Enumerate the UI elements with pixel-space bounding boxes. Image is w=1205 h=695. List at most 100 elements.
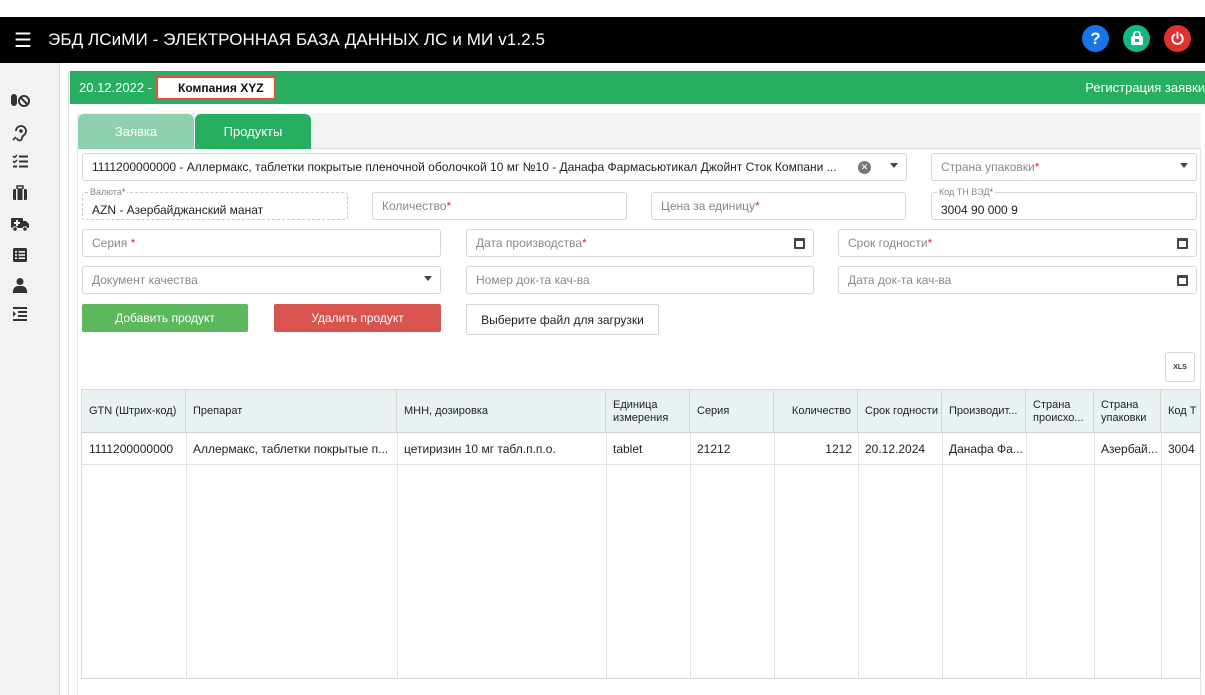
hs-code-value: 3004 90 000 9 (941, 203, 1018, 217)
app-title: ЭБД ЛСиМИ - ЭЛЕКТРОННАЯ БАЗА ДАННЫХ ЛС и… (48, 30, 546, 49)
hs-code-label-text: Код ТН ВЭД (939, 187, 990, 197)
top-actions: ? (1082, 25, 1191, 52)
suitcase-icon[interactable] (10, 185, 30, 203)
power-icon[interactable] (1164, 25, 1191, 52)
column-header-drug[interactable]: Препарат (186, 390, 397, 433)
required-mark: * (927, 236, 933, 250)
hs-code-label: Код ТН ВЭД* (937, 187, 996, 197)
quality-doc-date-input[interactable]: Дата док-та кач-ва (838, 266, 1197, 294)
list-icon[interactable] (10, 247, 30, 265)
pills-icon[interactable] (10, 93, 30, 111)
currency-label: Валюта* (88, 187, 128, 197)
table-cell[interactable]: tablet (606, 434, 690, 464)
top-bar: ☰ ЭБД ЛСиМИ - ЭЛЕКТРОННАЯ БАЗА ДАННЫХ ЛС… (0, 17, 1205, 63)
required-mark: * (1034, 160, 1040, 174)
company-name: Компания XYZ (156, 75, 276, 100)
column-divider (1026, 433, 1027, 678)
user-icon[interactable] (10, 277, 30, 295)
quality-doc-select[interactable]: Документ качества (82, 266, 441, 294)
calendar-icon[interactable] (1177, 275, 1188, 286)
table-cell[interactable] (1026, 434, 1094, 464)
column-header-gtn[interactable]: GTN (Штрих-код) (82, 390, 186, 433)
table-header: GTN (Штрих-код) Препарат МНН, дозировка … (82, 390, 1200, 433)
column-divider (858, 433, 859, 678)
column-divider (690, 433, 691, 678)
clear-icon[interactable]: ✕ (858, 161, 871, 174)
shop-icon[interactable] (1123, 25, 1150, 52)
column-divider (942, 433, 943, 678)
table-cell[interactable]: 20.12.2024 (858, 434, 942, 464)
unit-price-placeholder: Цена за единицу (661, 199, 756, 213)
column-divider (1161, 433, 1162, 678)
table-cell[interactable]: 21212 (690, 434, 774, 464)
required-mark: * (121, 187, 126, 197)
column-divider (397, 433, 398, 678)
chevron-down-icon[interactable] (890, 163, 898, 168)
required-mark: * (989, 187, 994, 197)
required-mark: * (582, 236, 587, 250)
table-cell[interactable]: 1212 (774, 434, 858, 464)
column-header-packing-country[interactable]: Страна упаковки (1094, 390, 1161, 433)
header-date: 20.12.2022 - (79, 80, 153, 95)
production-date-placeholder: Дата производства (476, 236, 583, 250)
tab-products[interactable]: Продукты (195, 114, 311, 149)
required-mark: * (446, 199, 452, 213)
column-header-code[interactable]: Код Т (1161, 390, 1200, 433)
table-cell[interactable]: Азербай... (1094, 434, 1161, 464)
quality-doc-placeholder: Документ качества (92, 273, 198, 287)
quality-doc-date-placeholder: Дата док-та кач-ва (848, 273, 952, 287)
tab-request[interactable]: Заявка (78, 114, 194, 149)
sidebar (0, 63, 60, 695)
help-icon[interactable]: ? (1082, 25, 1109, 52)
quality-doc-number-placeholder: Номер док-та кач-ва (476, 273, 590, 287)
column-divider (606, 433, 607, 678)
column-header-unit[interactable]: Единица измерения (606, 390, 690, 433)
column-divider (186, 433, 187, 678)
choose-file-button[interactable]: Выберите файл для загрузки (466, 304, 659, 335)
page-header: 20.12.2022 - Компания XYZ Регистрация за… (70, 71, 1205, 104)
table-cell[interactable]: 3004 (1161, 434, 1200, 464)
delete-product-button[interactable]: Удалить продукт (274, 304, 441, 332)
chevron-down-icon[interactable] (1180, 163, 1188, 168)
quality-doc-number-input[interactable]: Номер док-та кач-ва (466, 266, 814, 294)
expiry-date-input[interactable]: Срок годности * (838, 229, 1197, 257)
product-select-value: 1111200000000 - Аллермакс, таблетки покр… (92, 160, 837, 174)
column-header-quantity[interactable]: Количество (774, 390, 858, 433)
products-table: GTN (Штрих-код) Препарат МНН, дозировка … (81, 389, 1201, 679)
checklist-icon[interactable] (10, 153, 30, 171)
product-select[interactable]: 1111200000000 - Аллермакс, таблетки покр… (82, 153, 907, 181)
hearing-icon[interactable] (10, 124, 30, 142)
production-date-input[interactable]: Дата производства * (466, 229, 814, 257)
column-header-origin-country[interactable]: Страна происхо... (1026, 390, 1094, 433)
series-input[interactable]: Серия * (82, 229, 441, 257)
packing-country-placeholder: Страна упаковки (941, 160, 1035, 174)
packing-country-select[interactable]: Страна упаковки * (931, 153, 1197, 181)
required-mark: * (130, 236, 136, 250)
chevron-down-icon[interactable] (424, 276, 432, 281)
unit-price-input[interactable]: Цена за единицу * (651, 192, 906, 220)
quantity-input[interactable]: Количество * (372, 192, 627, 220)
column-header-expiry[interactable]: Срок годности (858, 390, 942, 433)
column-header-manufacturer[interactable]: Производит... (942, 390, 1026, 433)
currency-value: AZN - Азербайджанский манат (92, 203, 264, 217)
export-xls-icon[interactable]: XLS (1165, 352, 1195, 382)
table-cell[interactable]: Данафа Фа... (942, 434, 1026, 464)
table-cell[interactable]: Аллермакс, таблетки покрытые п... (186, 434, 397, 464)
column-divider (774, 433, 775, 678)
menu-icon[interactable]: ☰ (3, 28, 43, 53)
currency-label-text: Валюта (90, 187, 122, 197)
calendar-icon[interactable] (1177, 238, 1188, 249)
column-divider (1094, 433, 1095, 678)
add-product-button[interactable]: Добавить продукт (82, 304, 248, 332)
table-cell[interactable]: цетиризин 10 мг табл.п.п.о. (397, 434, 606, 464)
calendar-icon[interactable] (794, 238, 805, 249)
ambulance-icon[interactable] (10, 216, 30, 234)
indent-list-icon[interactable] (10, 306, 30, 324)
column-header-series[interactable]: Серия (690, 390, 774, 433)
row-divider (82, 464, 1200, 465)
table-cell[interactable]: 1111200000000 (82, 434, 186, 464)
expiry-date-placeholder: Срок годности (848, 236, 928, 250)
series-placeholder: Серия (92, 236, 128, 250)
column-header-inn[interactable]: МНН, дозировка (397, 390, 606, 433)
page-title: Регистрация заявки (1085, 80, 1205, 95)
